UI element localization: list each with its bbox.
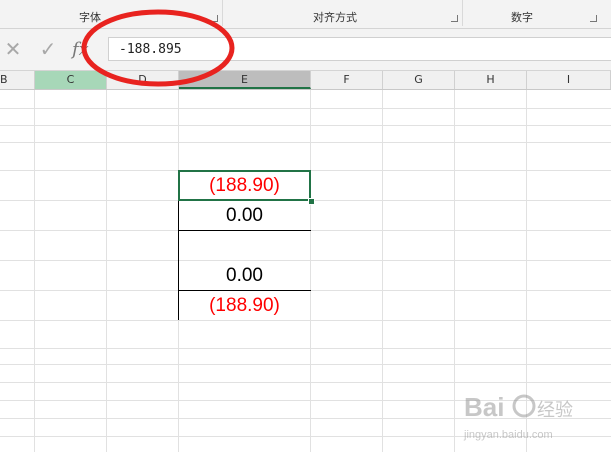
svg-text:经验: 经验 xyxy=(537,400,573,421)
annotation-ellipse-icon xyxy=(81,9,235,87)
column-header-h[interactable]: H xyxy=(455,71,527,89)
cell-e-value[interactable]: 0.00 xyxy=(179,201,310,230)
grid-line xyxy=(382,90,383,452)
column-header-f[interactable]: F xyxy=(311,71,383,89)
grid-line xyxy=(0,348,611,349)
grid-line xyxy=(0,142,611,143)
grid-line xyxy=(0,364,611,365)
cell-e-value[interactable]: (188.90) xyxy=(179,291,310,320)
cell-e-value[interactable] xyxy=(179,231,310,260)
grid-line xyxy=(310,90,311,452)
grid-line xyxy=(106,90,107,452)
number-group-label: 数字 xyxy=(511,11,533,24)
alignment-group-label: 对齐方式 xyxy=(313,11,357,24)
grid-line xyxy=(454,90,455,452)
grid-line xyxy=(0,108,611,109)
baidu-jingyan-watermark-icon: Bai 经验 jingyan.baidu.com xyxy=(463,392,573,441)
number-dialog-launcher-icon[interactable] xyxy=(590,15,597,22)
fill-handle[interactable] xyxy=(308,198,315,205)
cell-e-value[interactable]: 0.00 xyxy=(179,261,310,290)
alignment-dialog-launcher-icon[interactable] xyxy=(451,15,458,22)
column-header-b[interactable]: B xyxy=(0,71,35,89)
column-header-g[interactable]: G xyxy=(383,71,455,89)
close-icon[interactable]: ✕ xyxy=(2,37,24,61)
grid-line xyxy=(0,125,611,126)
column-header-i[interactable]: I xyxy=(527,71,611,89)
grid-line xyxy=(0,382,611,383)
check-icon[interactable]: ✓ xyxy=(37,37,59,61)
grid-line xyxy=(34,90,35,452)
svg-text:jingyan.baidu.com: jingyan.baidu.com xyxy=(463,429,553,441)
group-divider xyxy=(462,0,463,26)
svg-text:Bai: Bai xyxy=(464,392,504,422)
active-cell-selection xyxy=(178,170,311,201)
grid-line xyxy=(0,320,611,321)
